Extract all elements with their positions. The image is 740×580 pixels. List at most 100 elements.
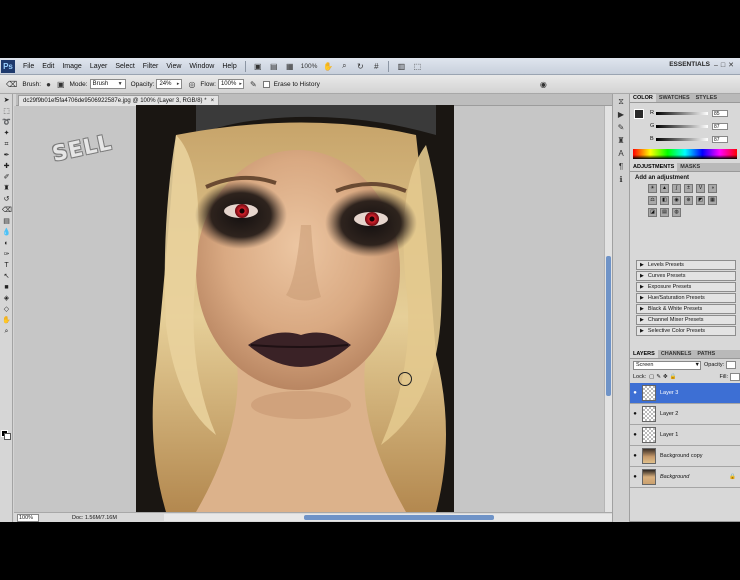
tab-adjustments[interactable]: ADJUSTMENTS [630,163,678,171]
posterize-icon[interactable]: ▦ [708,196,717,205]
levels-icon[interactable]: ▲ [660,184,669,193]
lock-all-icon[interactable]: 🔒 [670,374,677,380]
exposure-icon[interactable]: ± [684,184,693,193]
expand-triangle-icon[interactable]: ▶ [640,295,644,301]
preset-hue-saturation[interactable]: ▶ Hue/Saturation Presets [636,293,736,303]
info-icon[interactable]: ℹ [615,175,627,185]
character-icon[interactable]: A [615,149,627,159]
layer-name[interactable]: Layer 3 [660,390,678,396]
layer-name[interactable]: Layer 2 [660,411,678,417]
3d-rotate-tool-icon[interactable]: ◈ [2,294,11,303]
preset-channel-mixer[interactable]: ▶ Channel Mixer Presets [636,315,736,325]
zoom-field[interactable]: 100% [17,513,39,522]
layer-row-background[interactable]: ● Background 🔒 [630,467,740,488]
menu-layer[interactable]: Layer [86,63,112,70]
channel-value[interactable]: 87 [712,122,728,130]
hand-tool-icon[interactable]: ✋ [2,316,11,325]
mode-dropdown[interactable]: Brush ▼ [89,79,126,89]
window-controls[interactable]: –□✕ [714,61,737,69]
channel-value[interactable]: 85 [712,109,728,117]
layer-name[interactable]: Background copy [660,453,703,459]
expand-triangle-icon[interactable]: ▶ [640,328,644,334]
eye-icon[interactable]: ● [630,411,640,417]
background-color-swatch[interactable] [4,433,11,440]
slider-track[interactable] [656,137,708,141]
photo-filter-icon[interactable]: ◉ [672,196,681,205]
gradient-tool-icon[interactable]: ▤ [2,217,11,226]
tab-masks[interactable]: MASKS [677,163,703,171]
hand-tool-icon[interactable]: ✋ [322,61,334,72]
lock-transparent-icon[interactable]: ▢ [649,374,654,380]
shape-tool-icon[interactable]: ■ [2,283,11,292]
tab-swatches[interactable]: SWATCHES [656,94,693,102]
pressure-size-icon[interactable]: ◉ [540,80,547,89]
zoom-tool-icon[interactable]: ⌕ [2,327,11,336]
grid-icon[interactable]: # [370,61,382,72]
tab-styles[interactable]: STYLES [693,94,720,102]
screen-mode-icon[interactable]: ⬚ [411,61,423,72]
pressure-opacity-icon[interactable]: ◎ [188,80,195,89]
brush-tool-icon[interactable]: ✐ [2,173,11,182]
layer-name[interactable]: Background [660,474,689,480]
eye-icon[interactable]: ● [630,453,640,459]
preset-black-white[interactable]: ▶ Black & White Presets [636,304,736,314]
eye-icon[interactable]: ● [630,474,640,480]
clone-stamp-tool-icon[interactable]: ♜ [2,184,11,193]
erase-to-history-checkbox[interactable] [262,80,270,88]
path-selection-tool-icon[interactable]: ↖ [2,272,11,281]
red-slider[interactable]: R 85 [650,109,736,117]
preset-exposure[interactable]: ▶ Exposure Presets [636,282,736,292]
blur-tool-icon[interactable]: 💧 [2,228,11,237]
menu-image[interactable]: Image [58,63,85,70]
launch-minibridge-icon[interactable]: ▤ [268,61,280,72]
layer-name[interactable]: Layer 1 [660,432,678,438]
vertical-scrollbar[interactable] [604,106,612,512]
hue-saturation-icon[interactable]: ◑ [708,184,717,193]
tab-layers[interactable]: LAYERS [630,350,658,358]
quick-selection-tool-icon[interactable]: ✦ [2,129,11,138]
tab-paths[interactable]: PATHS [694,350,718,358]
3d-orbit-tool-icon[interactable]: ◇ [2,305,11,314]
channel-value[interactable]: 87 [712,135,728,143]
layer-row-layer-2[interactable]: ● Layer 2 [630,404,740,425]
expand-triangle-icon[interactable]: ▶ [640,317,644,323]
healing-brush-tool-icon[interactable]: ✚ [2,162,11,171]
clone-source-icon[interactable]: ♜ [615,136,627,146]
menu-edit[interactable]: Edit [38,63,58,70]
eraser-tool-icon[interactable]: ⌫ [6,80,17,89]
layer-row-layer-3[interactable]: ● Layer 3 [630,383,740,404]
fill-field[interactable] [730,373,740,381]
curves-icon[interactable]: ∫ [672,184,681,193]
history-icon[interactable]: ⧖ [615,97,627,107]
dodge-tool-icon[interactable]: ◐ [2,239,11,248]
channel-mixer-icon[interactable]: ⊕ [684,196,693,205]
invert-icon[interactable]: ◩ [696,196,705,205]
menu-select[interactable]: Select [111,63,138,70]
menu-file[interactable]: File [19,63,38,70]
zoom-tool-icon[interactable]: ⌕ [338,61,350,72]
eraser-tool-icon[interactable]: ⌫ [2,206,12,215]
brush-presets-icon[interactable]: ✎ [615,123,627,133]
flow-field[interactable]: 100% ▸ [217,79,244,89]
slider-track[interactable] [656,124,708,128]
view-extras-icon[interactable]: ▦ [284,61,296,72]
airbrush-icon[interactable]: ✎ [250,80,257,89]
opacity-field[interactable]: 24% ▸ [156,79,183,89]
portrait-photo[interactable] [136,105,454,512]
close-icon[interactable]: × [211,98,215,104]
move-tool-icon[interactable]: ➤ [2,96,11,105]
brightness-contrast-icon[interactable]: ☀ [648,184,657,193]
launch-bridge-icon[interactable]: ▣ [252,61,264,72]
tab-channels[interactable]: CHANNELS [658,350,695,358]
history-brush-tool-icon[interactable]: ↺ [2,195,11,204]
black-white-icon[interactable]: ◧ [660,196,669,205]
expand-triangle-icon[interactable]: ▶ [640,284,644,290]
workspace-switcher[interactable]: ESSENTIALS [669,61,710,68]
zoom-level-dropdown[interactable]: 100% [301,63,318,70]
menu-help[interactable]: Help [218,63,240,70]
eyedropper-tool-icon[interactable]: ✒ [2,151,11,160]
brush-preset-picker-icon[interactable]: ● [46,80,51,89]
tab-color[interactable]: COLOR [630,94,656,102]
horizontal-scrollbar[interactable] [164,514,614,521]
preset-curves[interactable]: ▶ Curves Presets [636,271,736,281]
